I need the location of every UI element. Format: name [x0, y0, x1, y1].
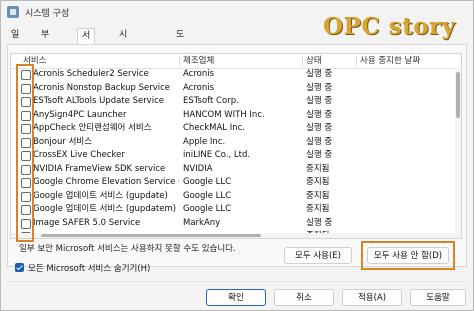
- service-checkbox[interactable]: [21, 137, 31, 148]
- service-vendor: ESTsoft Corp.: [183, 96, 239, 106]
- enable-all-button[interactable]: 모두 사용(E): [284, 247, 352, 264]
- service-vendor: MarkAny: [183, 217, 221, 228]
- service-checkbox[interactable]: [21, 218, 31, 229]
- service-vendor: Acronis: [183, 69, 215, 79]
- service-status: 중지됨: [306, 204, 330, 214]
- service-checkbox[interactable]: [21, 178, 31, 188]
- service-checkbox[interactable]: [21, 164, 31, 175]
- column-divider[interactable]: [179, 56, 180, 66]
- window-title: 시스템 구성: [25, 9, 70, 19]
- column-header-service[interactable]: 서비스: [23, 54, 46, 68]
- tab-tools[interactable]: 도구: [172, 28, 188, 55]
- service-vendor: Google LLC: [183, 190, 232, 201]
- service-name: CrossEX Live Checker: [33, 150, 125, 160]
- service-status: 실행 중: [306, 96, 333, 106]
- service-status: 실행 중: [306, 123, 333, 133]
- service-row[interactable]: Bonjour 서비스 Apple Inc. 실행 중: [11, 136, 461, 150]
- service-vendor: Acronis: [183, 82, 215, 93]
- service-checkbox[interactable]: [21, 191, 31, 202]
- service-status: 실행 중: [306, 217, 333, 228]
- services-list[interactable]: 서비스 제조업체 상태 사용 중지한 날짜 Acronis Scheduler2…: [10, 53, 462, 239]
- watermark-text: OPC story: [323, 13, 456, 40]
- service-row[interactable]: Google 업데이트 서비스 (gupdate) Google LLC 중지됨: [11, 190, 461, 204]
- service-name: Acronis Scheduler2 Service: [33, 69, 149, 79]
- column-header-vendor[interactable]: 제조업체: [183, 54, 214, 68]
- service-vendor: CheckMAL Inc.: [183, 123, 246, 133]
- system-configuration-window: 시스템 구성 OPC story 일반 부팅 서비스 시작프로그램 도구 서비스…: [0, 0, 474, 311]
- tab-general[interactable]: 일반: [7, 28, 23, 55]
- service-status: 실행 중: [306, 69, 333, 79]
- service-checkbox[interactable]: [21, 83, 31, 94]
- column-divider[interactable]: [302, 56, 303, 66]
- vertical-scrollbar[interactable]: [455, 68, 461, 238]
- service-vendor: NVIDIA: [183, 163, 213, 174]
- ok-button[interactable]: 확인: [206, 289, 266, 306]
- footer-divider: [7, 281, 467, 282]
- service-vendor: HANCOM WITH Inc.: [183, 109, 265, 120]
- column-header-disabled-date[interactable]: 사용 중지한 날짜: [360, 54, 420, 68]
- service-status: 실행 중: [306, 150, 333, 160]
- service-row[interactable]: AnySign4PC Launcher HANCOM WITH Inc. 실행 중: [11, 109, 461, 123]
- service-vendor: Google LLC: [183, 177, 232, 187]
- security-services-note: 일부 보안 Microsoft 서비스는 사용하지 못할 수도 있습니다.: [19, 244, 236, 254]
- service-checkbox[interactable]: [21, 205, 31, 215]
- service-status: 실행 중: [306, 82, 333, 93]
- msconfig-app-icon: [7, 6, 19, 18]
- service-checkbox[interactable]: [21, 70, 31, 80]
- column-header-status[interactable]: 상태: [306, 54, 322, 68]
- service-name: ESTsoft ALTools Update Service: [33, 96, 164, 106]
- service-checkbox[interactable]: [21, 110, 31, 121]
- tab-startup[interactable]: 시작프로그램: [115, 28, 131, 115]
- service-row[interactable]: Image SAFER 5.0 Service MarkAny 실행 중: [11, 217, 461, 231]
- service-status: 중지됨: [306, 163, 330, 174]
- service-checkbox[interactable]: [21, 124, 31, 134]
- service-row[interactable]: Acronis Nonstop Backup Service Acronis 실행 …: [11, 82, 461, 96]
- horizontal-scrollbar[interactable]: [11, 233, 455, 238]
- service-row[interactable]: AppCheck 안티랜섬웨어 서비스 CheckMAL Inc. 실행 중: [11, 122, 461, 136]
- service-name: Google 업데이트 서비스 (gupdatem): [33, 204, 177, 214]
- service-row[interactable]: Google 업데이트 서비스 (gupdatem) Google LLC 중지됨: [11, 203, 461, 217]
- help-button[interactable]: 도움말: [410, 289, 466, 306]
- service-status: 중지됨: [306, 177, 330, 187]
- service-name: Google Chrome Elevation Service (...: [33, 177, 179, 187]
- service-status: 실행 중: [306, 136, 333, 147]
- service-row[interactable]: Acronis Scheduler2 Service Acronis 실행 중: [11, 68, 461, 82]
- service-checkbox[interactable]: [21, 97, 31, 107]
- service-name: Google 업데이트 서비스 (gupdate): [33, 190, 168, 201]
- service-row[interactable]: Google Chrome Elevation Service (... Goog…: [11, 176, 461, 190]
- service-name: Bonjour 서비스: [33, 136, 93, 147]
- tab-services[interactable]: 서비스: [77, 28, 96, 71]
- list-header: 서비스 제조업체 상태 사용 중지한 날짜: [11, 54, 461, 69]
- service-row[interactable]: CrossEX Live Checker iniLINE Co., Ltd. 실행 …: [11, 149, 461, 163]
- service-status: 실행 중: [306, 109, 333, 120]
- hide-microsoft-services-checkbox[interactable]: [15, 263, 24, 272]
- vertical-scroll-thumb[interactable]: [456, 72, 460, 118]
- service-checkbox[interactable]: [21, 151, 31, 161]
- service-vendor: Apple Inc.: [183, 136, 226, 147]
- tab-boot[interactable]: 부팅: [37, 28, 53, 55]
- service-row[interactable]: NVIDIA FrameView SDK service NVIDIA 중지됨: [11, 163, 461, 177]
- disable-all-button[interactable]: 모두 사용 안 함(D): [367, 247, 449, 264]
- apply-button[interactable]: 적용(A): [342, 289, 402, 306]
- horizontal-scroll-thumb[interactable]: [41, 234, 261, 237]
- service-row[interactable]: ESTsoft ALTools Update Service ESTsoft Co…: [11, 95, 461, 109]
- service-status: 중지됨: [306, 190, 330, 201]
- service-name: AnySign4PC Launcher: [33, 109, 127, 120]
- service-name: Acronis Nonstop Backup Service: [33, 82, 171, 93]
- service-name: AppCheck 안티랜섬웨어 서비스: [33, 123, 152, 133]
- hide-microsoft-services-label[interactable]: 모든 Microsoft 서비스 숨기기(H): [28, 262, 150, 274]
- service-vendor: Google LLC: [183, 204, 232, 214]
- cancel-button[interactable]: 취소: [274, 289, 334, 306]
- column-divider[interactable]: [356, 56, 357, 66]
- service-vendor: iniLINE Co., Ltd.: [183, 150, 251, 160]
- service-name: NVIDIA FrameView SDK service: [33, 163, 166, 174]
- service-name: Image SAFER 5.0 Service: [33, 217, 141, 228]
